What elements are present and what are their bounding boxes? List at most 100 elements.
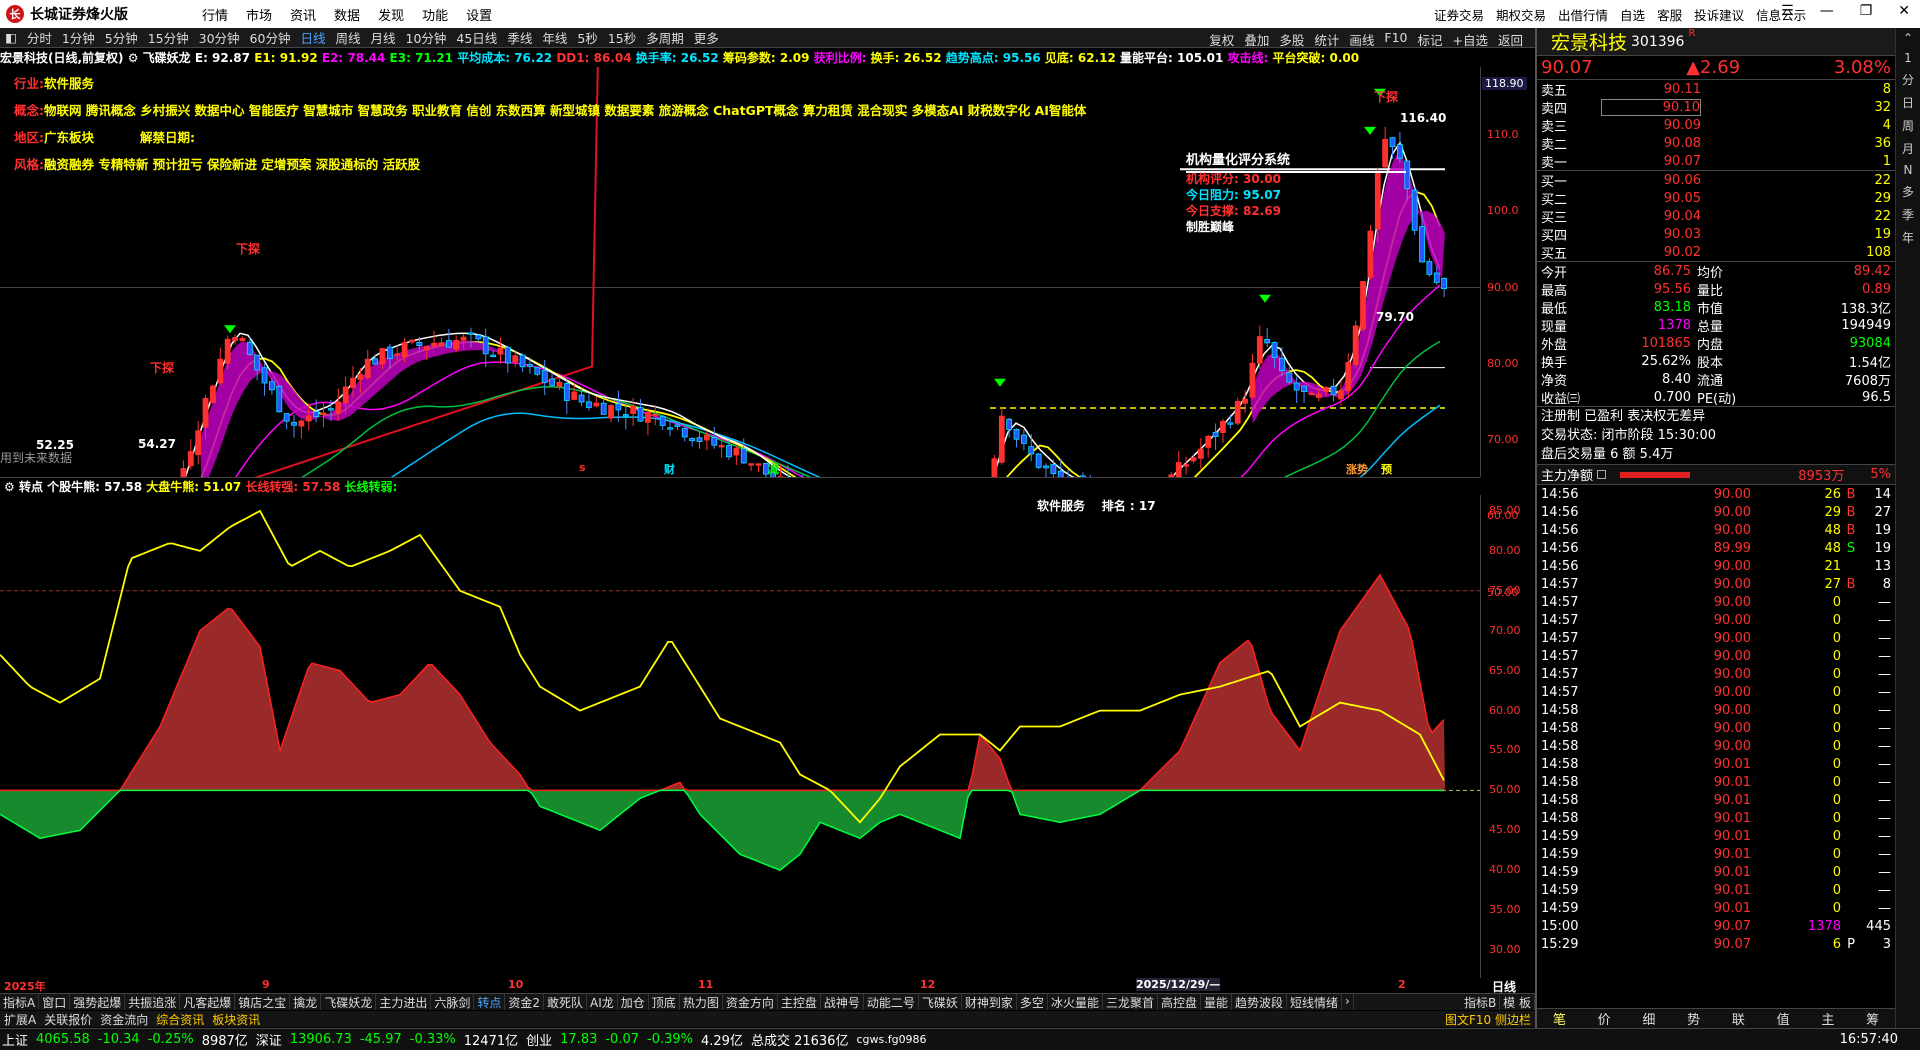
main-flow-label[interactable]: 主力净额 xyxy=(1541,465,1593,484)
panel-tab-5[interactable]: 值 xyxy=(1761,1009,1806,1028)
toolbar-right-5[interactable]: F10 xyxy=(1379,30,1412,49)
ind-tab-8[interactable]: 主力进出 xyxy=(376,994,432,1010)
ind-tab-2[interactable]: 强势起爆 xyxy=(70,994,126,1010)
side-icon-7[interactable]: 多 xyxy=(1902,183,1914,200)
bid-row[interactable]: 买一 90.06 22 xyxy=(1537,171,1895,190)
panel-tab-1[interactable]: 价 xyxy=(1582,1009,1627,1028)
panel-tab-6[interactable]: 主 xyxy=(1806,1009,1851,1028)
side-icon-5[interactable]: 月 xyxy=(1902,140,1914,157)
settings-gear-icon[interactable]: ⚙ xyxy=(128,51,139,65)
ind-tab-13[interactable]: AI龙 xyxy=(587,994,618,1010)
side-icon-2[interactable]: 分 xyxy=(1902,71,1914,88)
side-icon-0[interactable]: ⌃ xyxy=(1903,31,1913,45)
trade-menu-0[interactable]: 证券交易 xyxy=(1434,8,1484,23)
ind-tab-7[interactable]: 飞碟妖龙 xyxy=(321,994,377,1010)
ind-tab-1[interactable]: 窗口 xyxy=(39,994,71,1010)
period-0[interactable]: 分时 xyxy=(22,28,57,47)
panel-tab-3[interactable]: 势 xyxy=(1671,1009,1716,1028)
marker-finance[interactable]: 财 xyxy=(664,461,675,477)
ind-tab-4[interactable]: 凡客起爆 xyxy=(180,994,236,1010)
period-15[interactable]: 多周期 xyxy=(641,28,689,47)
cy-label[interactable]: 创业 xyxy=(526,1030,552,1049)
side-icon-1[interactable]: 1 xyxy=(1904,51,1912,65)
ind-tab-17[interactable]: 资金方向 xyxy=(723,994,778,1010)
ind-tab-21[interactable]: 飞碟妖 xyxy=(919,994,962,1010)
ind-tab-22[interactable]: 财神到家 xyxy=(962,994,1017,1010)
indicator-name[interactable]: 飞碟妖龙 xyxy=(143,51,191,65)
ind-tab-19[interactable]: 战神号 xyxy=(821,994,864,1010)
bid-row[interactable]: 买四 90.03 19 xyxy=(1537,225,1895,244)
ext-tab-0[interactable]: 扩展A xyxy=(0,1011,40,1027)
toolbar-right-0[interactable]: 复权 xyxy=(1204,30,1239,49)
toolbar-right-2[interactable]: 多股 xyxy=(1274,30,1309,49)
marker-s[interactable]: s xyxy=(579,461,586,474)
ind-tab-3[interactable]: 共振追涨 xyxy=(125,994,181,1010)
ext-tab-4[interactable]: 板块资讯 xyxy=(208,1011,264,1027)
toolbar-right-3[interactable]: 统计 xyxy=(1309,30,1344,49)
ask-row[interactable]: 卖五 90.11 8 xyxy=(1537,80,1895,99)
side-icon-3[interactable]: 日 xyxy=(1902,94,1914,111)
period-2[interactable]: 5分钟 xyxy=(100,28,143,47)
period-9[interactable]: 10分钟 xyxy=(401,28,452,47)
indicator-chart[interactable] xyxy=(0,495,1480,978)
ind-tab-25[interactable]: 三龙聚首 xyxy=(1103,994,1158,1010)
ind-tab-10[interactable]: 转点 xyxy=(474,994,506,1010)
panel-tab-7[interactable]: 筹 xyxy=(1850,1009,1895,1028)
period-13[interactable]: 5秒 xyxy=(572,28,602,47)
period-7[interactable]: 周线 xyxy=(330,28,365,47)
ind-tab-5[interactable]: 镇店之宝 xyxy=(235,994,291,1010)
marker-limitup[interactable]: 涨势 xyxy=(1346,461,1368,477)
ind-tab-12[interactable]: 敢死队 xyxy=(544,994,588,1010)
marker-reduce[interactable]: 减 xyxy=(768,461,779,477)
ind-tab-6[interactable]: 擒龙 xyxy=(290,994,322,1010)
menu-icon[interactable]: ☰ xyxy=(1781,3,1794,19)
ind-gear-icon[interactable]: ⚙ xyxy=(4,480,15,494)
menu-1[interactable]: 市场 xyxy=(246,9,272,24)
menu-0[interactable]: 行情 xyxy=(202,9,228,24)
panel-tab-0[interactable]: 笔 xyxy=(1537,1009,1582,1028)
bid-row[interactable]: 买三 90.04 22 xyxy=(1537,207,1895,226)
trade-menu-4[interactable]: 客服 xyxy=(1657,8,1682,23)
toolbar-right-7[interactable]: +自选 xyxy=(1448,30,1493,49)
ask-row[interactable]: 卖四 90.10 32 xyxy=(1537,98,1895,117)
period-11[interactable]: 季线 xyxy=(502,28,537,47)
trade-menu-3[interactable]: 自选 xyxy=(1620,8,1645,23)
toolbar-right-4[interactable]: 画线 xyxy=(1344,30,1379,49)
toolbar-right-1[interactable]: 叠加 xyxy=(1239,30,1274,49)
trade-menu-5[interactable]: 投诉建议 xyxy=(1694,8,1744,23)
ind-tab-18[interactable]: 主控盘 xyxy=(778,994,821,1010)
panel-tab-4[interactable]: 联 xyxy=(1716,1009,1761,1028)
ind-tab-20[interactable]: 动能二号 xyxy=(864,994,919,1010)
trade-menu-2[interactable]: 出借行情 xyxy=(1558,8,1608,23)
sh-label[interactable]: 上证 xyxy=(2,1030,28,1049)
period-5[interactable]: 60分钟 xyxy=(245,28,296,47)
period-4[interactable]: 30分钟 xyxy=(194,28,245,47)
side-icon-8[interactable]: 季 xyxy=(1902,206,1914,223)
ind-name[interactable]: 转点 xyxy=(19,480,43,494)
side-icon-9[interactable]: 年 xyxy=(1902,229,1914,246)
ind-tab-14[interactable]: 加仓 xyxy=(618,994,649,1010)
toolbar-right-6[interactable]: 标记 xyxy=(1412,30,1447,49)
marker-forecast[interactable]: 预 xyxy=(1381,461,1392,477)
ind-tab-30[interactable]: › xyxy=(1342,994,1354,1010)
ext-tab-2[interactable]: 资金流向 xyxy=(96,1011,152,1027)
period-3[interactable]: 15分钟 xyxy=(143,28,194,47)
ind-tab-11[interactable]: 资金2 xyxy=(505,994,545,1010)
period-1[interactable]: 1分钟 xyxy=(57,28,100,47)
ask-row[interactable]: 卖二 90.08 36 xyxy=(1537,134,1895,153)
sidebar-toggle-icon[interactable]: ◧ xyxy=(0,30,22,45)
trade-menu-1[interactable]: 期权交易 xyxy=(1496,8,1546,23)
ind-tab-32[interactable]: 模 板 xyxy=(1500,994,1535,1010)
ext-tab-right[interactable]: 图文F10 侧边栏 xyxy=(1441,1011,1535,1027)
menu-2[interactable]: 资讯 xyxy=(290,9,316,24)
period-10[interactable]: 45日线 xyxy=(451,28,502,47)
panel-tab-2[interactable]: 细 xyxy=(1627,1009,1672,1028)
ind-tab-27[interactable]: 量能 xyxy=(1201,994,1232,1010)
period-12[interactable]: 年线 xyxy=(537,28,572,47)
tick-list[interactable]: 14:56 90.00 26 B 14 14:56 90.00 29 B 27 14:56 90.00… xyxy=(1537,485,1895,953)
menu-3[interactable]: 数据 xyxy=(334,9,360,24)
period-6[interactable]: 日线 xyxy=(295,28,330,47)
minimize-icon[interactable]: — xyxy=(1820,3,1834,19)
toolbar-right-8[interactable]: 返回 xyxy=(1493,30,1528,49)
ext-tab-1[interactable]: 关联报价 xyxy=(40,1011,96,1027)
